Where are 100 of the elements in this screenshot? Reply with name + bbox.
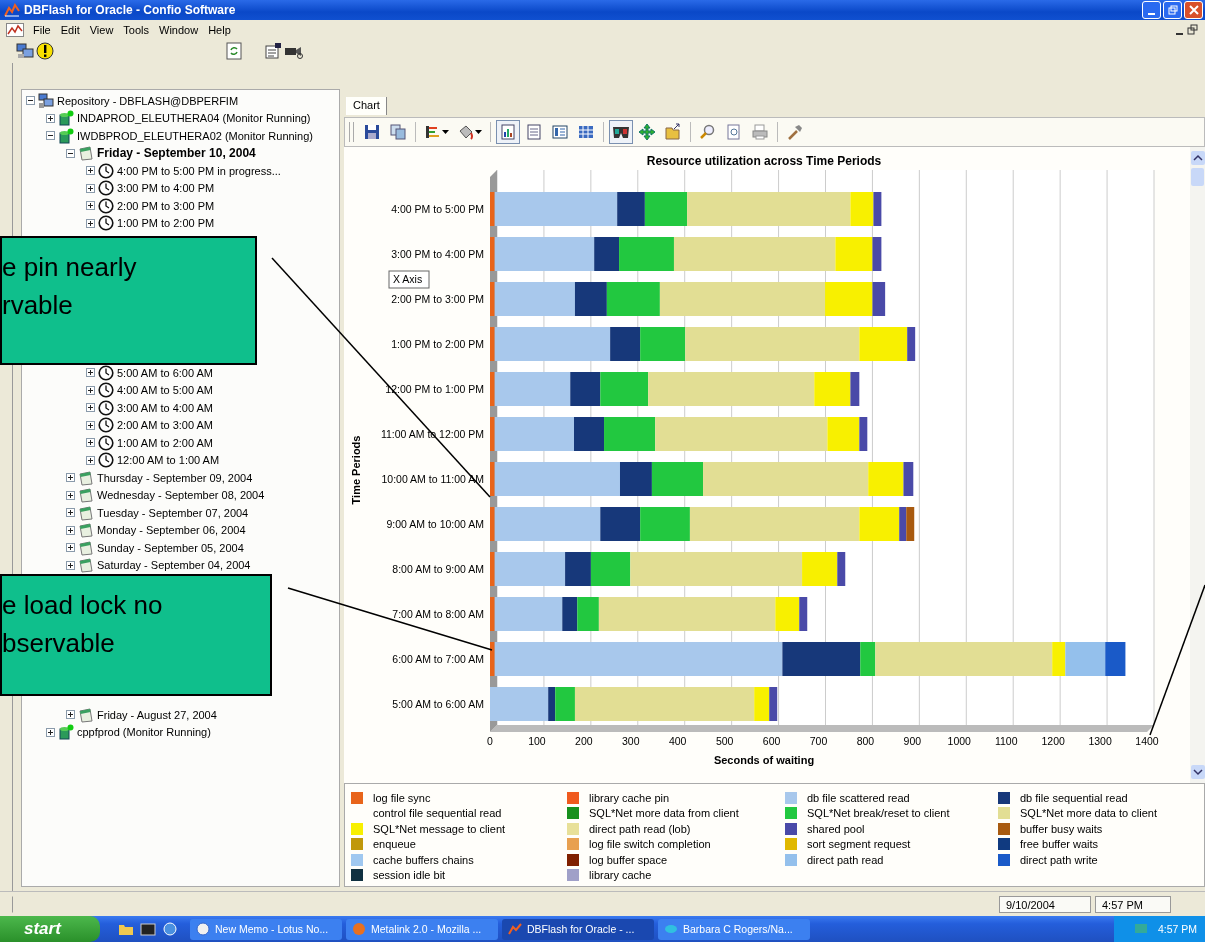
expand-icon[interactable] [66,560,75,570]
tick-label: 500 [715,735,734,747]
legend-label: free buffer waits [1020,838,1099,851]
database-icon [58,127,74,144]
tick-label: 1400 [1135,735,1159,747]
menu-item[interactable]: Tools [118,23,155,36]
expand-icon[interactable] [66,543,75,553]
tools-icon [786,123,804,141]
expand-icon[interactable] [86,455,95,465]
menu-item[interactable]: Help [203,23,236,36]
taskbar-button[interactable]: Barbara C Rogers/Na... [658,918,810,940]
clock-icon [98,215,114,232]
expand-icon[interactable] [86,438,95,448]
legend-label: cache buffers chains [373,853,474,866]
tree-item[interactable]: 12:00 AM to 1:00 AM [117,454,220,467]
menu-item[interactable]: View [84,23,119,36]
menu-item[interactable]: Window [154,23,204,36]
tree-item[interactable]: 5:00 AM to 6:00 AM [117,366,213,379]
calendar-icon [78,522,94,539]
tree-item[interactable]: 1:00 AM to 2:00 AM [117,436,213,449]
expand-icon[interactable] [86,201,95,211]
category-label: 5:00 AM to 6:00 AM [392,698,484,710]
restore-icon[interactable] [1187,23,1199,36]
expand-icon[interactable] [46,727,55,737]
caret-icon [475,130,482,134]
scroll-thumb[interactable] [1191,168,1204,186]
clock-icon [98,162,114,179]
glasses-button[interactable] [609,120,633,144]
computer-icon[interactable] [16,42,34,60]
chart-view-icon [499,123,517,141]
collapse-icon[interactable] [66,148,75,158]
menu-item[interactable]: Edit [55,23,85,36]
taskbar-button[interactable]: Metalink 2.0 - Mozilla ... [346,918,498,940]
clock-icon [98,197,114,214]
expand-icon[interactable] [86,166,95,176]
expand-icon[interactable] [86,385,95,395]
tree-item[interactable]: cppfprod (Monitor Running) [77,726,211,739]
taskbar-button[interactable]: DBFlash for Oracle - ... [502,918,654,940]
legend-label: SQL*Net more data to client [1020,807,1157,820]
scroll-up-icon[interactable] [1190,151,1205,165]
tree-item[interactable]: Saturday - September 04, 2004 [97,559,251,572]
tree-item[interactable]: Tuesday - September 07, 2004 [97,506,249,519]
tree-item[interactable]: Monday - September 06, 2004 [97,524,246,537]
alert-icon[interactable] [36,42,54,60]
legend-label: db file sequential read [1020,791,1128,804]
data-view-icon [525,123,543,141]
tick-label: 0 [487,735,493,747]
collapse-icon[interactable] [26,96,35,106]
tree-item[interactable]: 1:00 PM to 2:00 PM [117,217,215,230]
tree-item[interactable]: Sunday - September 05, 2004 [97,541,244,554]
browser-icon[interactable] [162,921,178,937]
expand-icon[interactable] [86,420,95,430]
expand-icon[interactable] [86,403,95,413]
scroll-down-icon[interactable] [1190,765,1205,779]
taskbar-button[interactable]: New Memo - Lotus No... [190,918,342,940]
callout-box: e pin nearly rvable [0,236,257,365]
legend-label: SQL*Net break/reset to client [807,807,950,820]
tree-item[interactable]: INDAPROD_ELEUTHERA04 (Monitor Running) [77,112,311,125]
minimize-button[interactable] [1142,1,1161,19]
expand-icon[interactable] [66,710,75,720]
expand-icon[interactable] [86,183,95,193]
expand-icon[interactable] [66,525,75,535]
refresh-icon[interactable] [226,42,242,60]
clock-icon [98,452,114,469]
clock-icon [98,382,114,399]
legend-label: sort segment request [807,838,911,851]
tree-item[interactable]: 2:00 AM to 3:00 AM [117,419,213,432]
chart-title: Resource utilization across Time Periods [646,154,882,168]
expand-icon[interactable] [86,218,95,228]
grid-icon [577,123,595,141]
tree-item[interactable]: Friday - September 10, 2004 [97,146,256,161]
tree-item[interactable]: 4:00 AM to 5:00 AM [117,384,213,397]
legend-label: log buffer space [589,853,668,866]
tree-item[interactable]: Thursday - September 09, 2004 [97,471,253,484]
menu-item[interactable]: File [28,23,56,36]
tree-item[interactable]: Friday - August 27, 2004 [97,708,217,721]
close-button[interactable] [1184,1,1203,19]
terminal-icon[interactable] [140,921,156,937]
expand-icon[interactable] [86,368,95,378]
tree-item[interactable]: 3:00 PM to 4:00 PM [117,182,215,195]
minimize-icon[interactable] [1176,32,1183,35]
chart-tab[interactable]: Chart [346,97,387,115]
properties-icon[interactable] [264,42,282,60]
category-label: 1:00 PM to 2:00 PM [391,338,484,350]
maximize-button[interactable] [1163,1,1182,19]
expand-icon[interactable] [66,508,75,518]
chart-view-button[interactable] [496,120,520,144]
collapse-icon[interactable] [46,131,55,141]
expand-icon[interactable] [46,113,55,123]
tree-item[interactable]: IWDBPROD_ELEUTHERA02 (Monitor Running) [77,129,313,142]
tree-item[interactable]: Repository - DBFLASH@DBPERFIM [57,94,239,107]
legend-label: SQL*Net message to client [373,822,506,835]
tree-item[interactable]: 4:00 PM to 5:00 PM in progress... [117,164,281,177]
tree-item[interactable]: 2:00 PM to 3:00 PM [117,199,215,212]
network-icon [1133,922,1150,936]
expand-icon[interactable] [66,490,75,500]
tree-item[interactable]: 3:00 AM to 4:00 AM [117,401,213,414]
tree-item[interactable]: Wednesday - September 08, 2004 [97,489,265,502]
expand-icon[interactable] [66,473,75,483]
scrollbar[interactable] [1190,147,1205,783]
